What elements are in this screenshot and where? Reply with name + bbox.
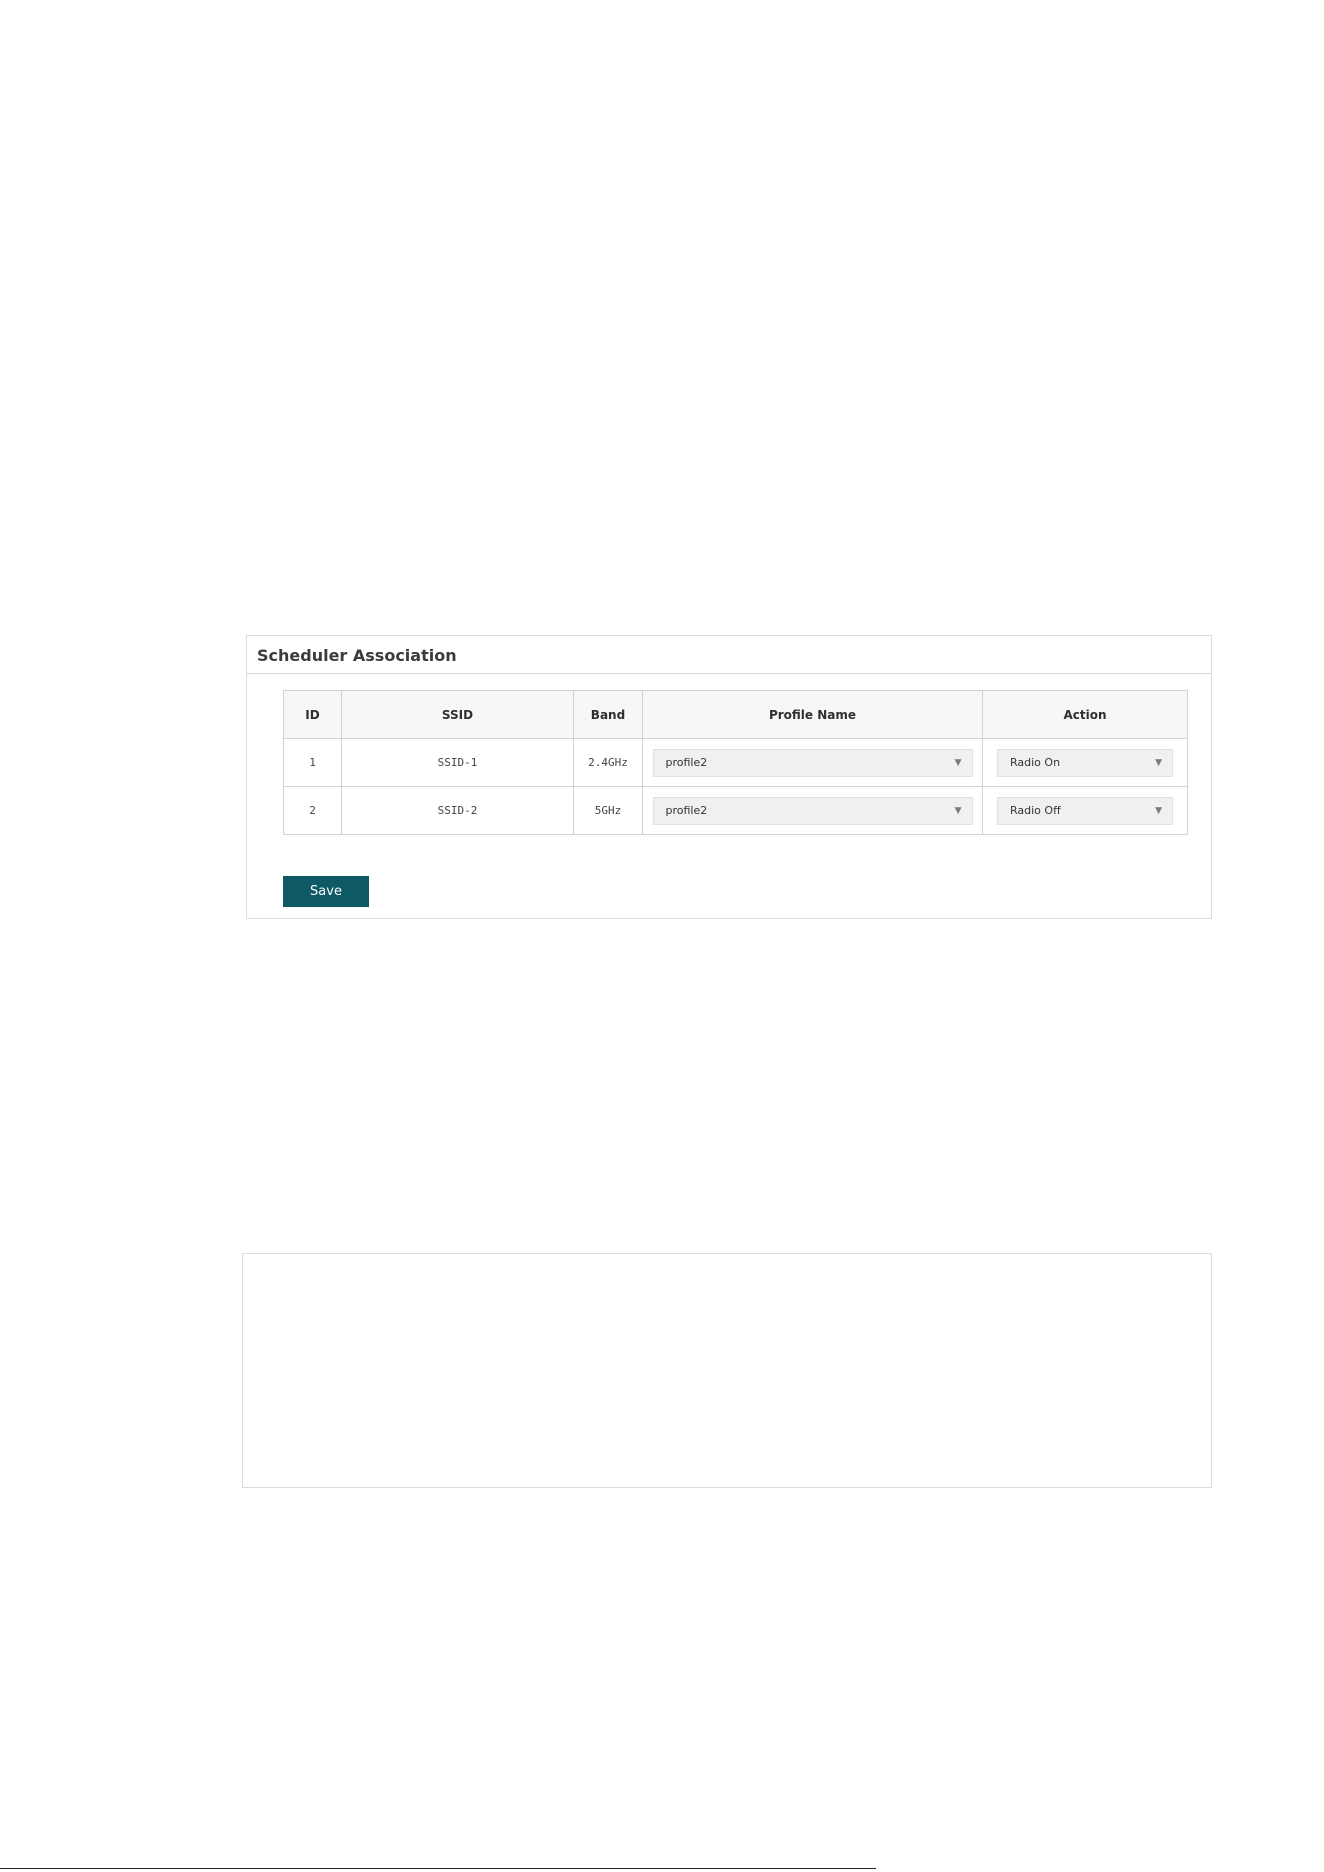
- empty-panel: [242, 1253, 1212, 1488]
- cell-ssid: SSID-1: [341, 738, 574, 787]
- cell-profile: profile2 ▼: [642, 738, 983, 787]
- chevron-down-icon: ▼: [954, 805, 962, 816]
- cell-ssid: SSID-2: [341, 786, 574, 835]
- scheduler-association-table: ID SSID Band Profile Name Action 1 SSID-…: [283, 690, 1188, 835]
- profile-name-select[interactable]: profile2 ▼: [652, 748, 973, 777]
- column-header-action: Action: [982, 690, 1188, 739]
- cell-action: Radio Off ▼: [982, 786, 1188, 835]
- table-row: 1 SSID-1 2.4GHz profile2 ▼ Radio On ▼: [283, 738, 1188, 787]
- profile-name-value: profile2: [665, 803, 708, 817]
- table-row: 2 SSID-2 5GHz profile2 ▼ Radio Off ▼: [283, 786, 1188, 835]
- panel-title: Scheduler Association: [257, 646, 457, 665]
- column-header-band: Band: [573, 690, 643, 739]
- chevron-down-icon: ▼: [954, 757, 962, 768]
- save-button[interactable]: Save: [283, 876, 369, 907]
- footer-divider: [0, 1868, 876, 1869]
- chevron-down-icon: ▼: [1155, 805, 1162, 816]
- action-select[interactable]: Radio Off ▼: [997, 796, 1173, 825]
- cell-band: 5GHz: [573, 786, 643, 835]
- column-header-id: ID: [283, 690, 342, 739]
- profile-name-value: profile2: [665, 755, 708, 769]
- profile-name-select[interactable]: profile2 ▼: [652, 796, 973, 825]
- table-header-row: ID SSID Band Profile Name Action: [283, 690, 1188, 739]
- scheduler-association-panel: Scheduler Association ID SSID Band Profi…: [246, 635, 1212, 919]
- column-header-profile-name: Profile Name: [642, 690, 983, 739]
- cell-profile: profile2 ▼: [642, 786, 983, 835]
- cell-band: 2.4GHz: [573, 738, 643, 787]
- action-value: Radio Off: [1010, 803, 1061, 817]
- panel-divider: [247, 673, 1211, 674]
- action-select[interactable]: Radio On ▼: [997, 748, 1173, 777]
- cell-action: Radio On ▼: [982, 738, 1188, 787]
- cell-id: 2: [283, 786, 342, 835]
- column-header-ssid: SSID: [341, 690, 574, 739]
- chevron-down-icon: ▼: [1155, 757, 1162, 768]
- action-value: Radio On: [1010, 755, 1061, 769]
- cell-id: 1: [283, 738, 342, 787]
